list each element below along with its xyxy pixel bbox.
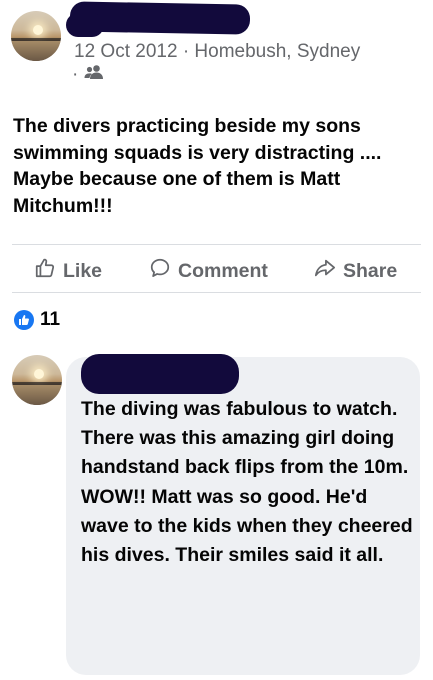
comment-button[interactable]: Comment <box>149 257 268 285</box>
comment-body-text: The diving was fabulous to watch. There … <box>81 398 413 567</box>
comment-label: Comment <box>178 259 268 282</box>
audience-dot: · <box>72 64 79 85</box>
reaction-summary[interactable]: 11 <box>14 309 60 331</box>
divider-top <box>12 244 421 245</box>
like-button[interactable]: Like <box>34 257 102 285</box>
reaction-count: 11 <box>40 309 61 330</box>
comment-bubble-icon <box>149 257 171 285</box>
redacted-commenter-name <box>81 354 239 394</box>
redacted-author-name-tail <box>66 13 104 37</box>
thumbs-up-icon <box>14 310 34 330</box>
share-button[interactable]: Share <box>314 257 397 285</box>
meta-separator: · <box>182 41 190 62</box>
post-actions-bar: Like Comment Share <box>0 252 433 288</box>
commenter-avatar[interactable] <box>12 355 62 405</box>
post-body-text: The divers practicing beside my sons swi… <box>13 115 382 217</box>
divider-bottom <box>12 292 421 293</box>
post-date[interactable]: 12 Oct 2012 <box>74 41 178 62</box>
like-label: Like <box>63 259 103 282</box>
share-label: Share <box>343 259 398 282</box>
thumbs-up-outline-icon <box>34 257 56 285</box>
post-audience[interactable]: · <box>72 64 104 86</box>
post-location[interactable]: Homebush, Sydney <box>194 41 360 62</box>
post-author-avatar[interactable] <box>11 11 61 61</box>
post-meta: 12 Oct 2012 · Homebush, Sydney <box>74 41 360 63</box>
friends-icon <box>84 64 104 86</box>
share-arrow-icon <box>314 257 336 285</box>
